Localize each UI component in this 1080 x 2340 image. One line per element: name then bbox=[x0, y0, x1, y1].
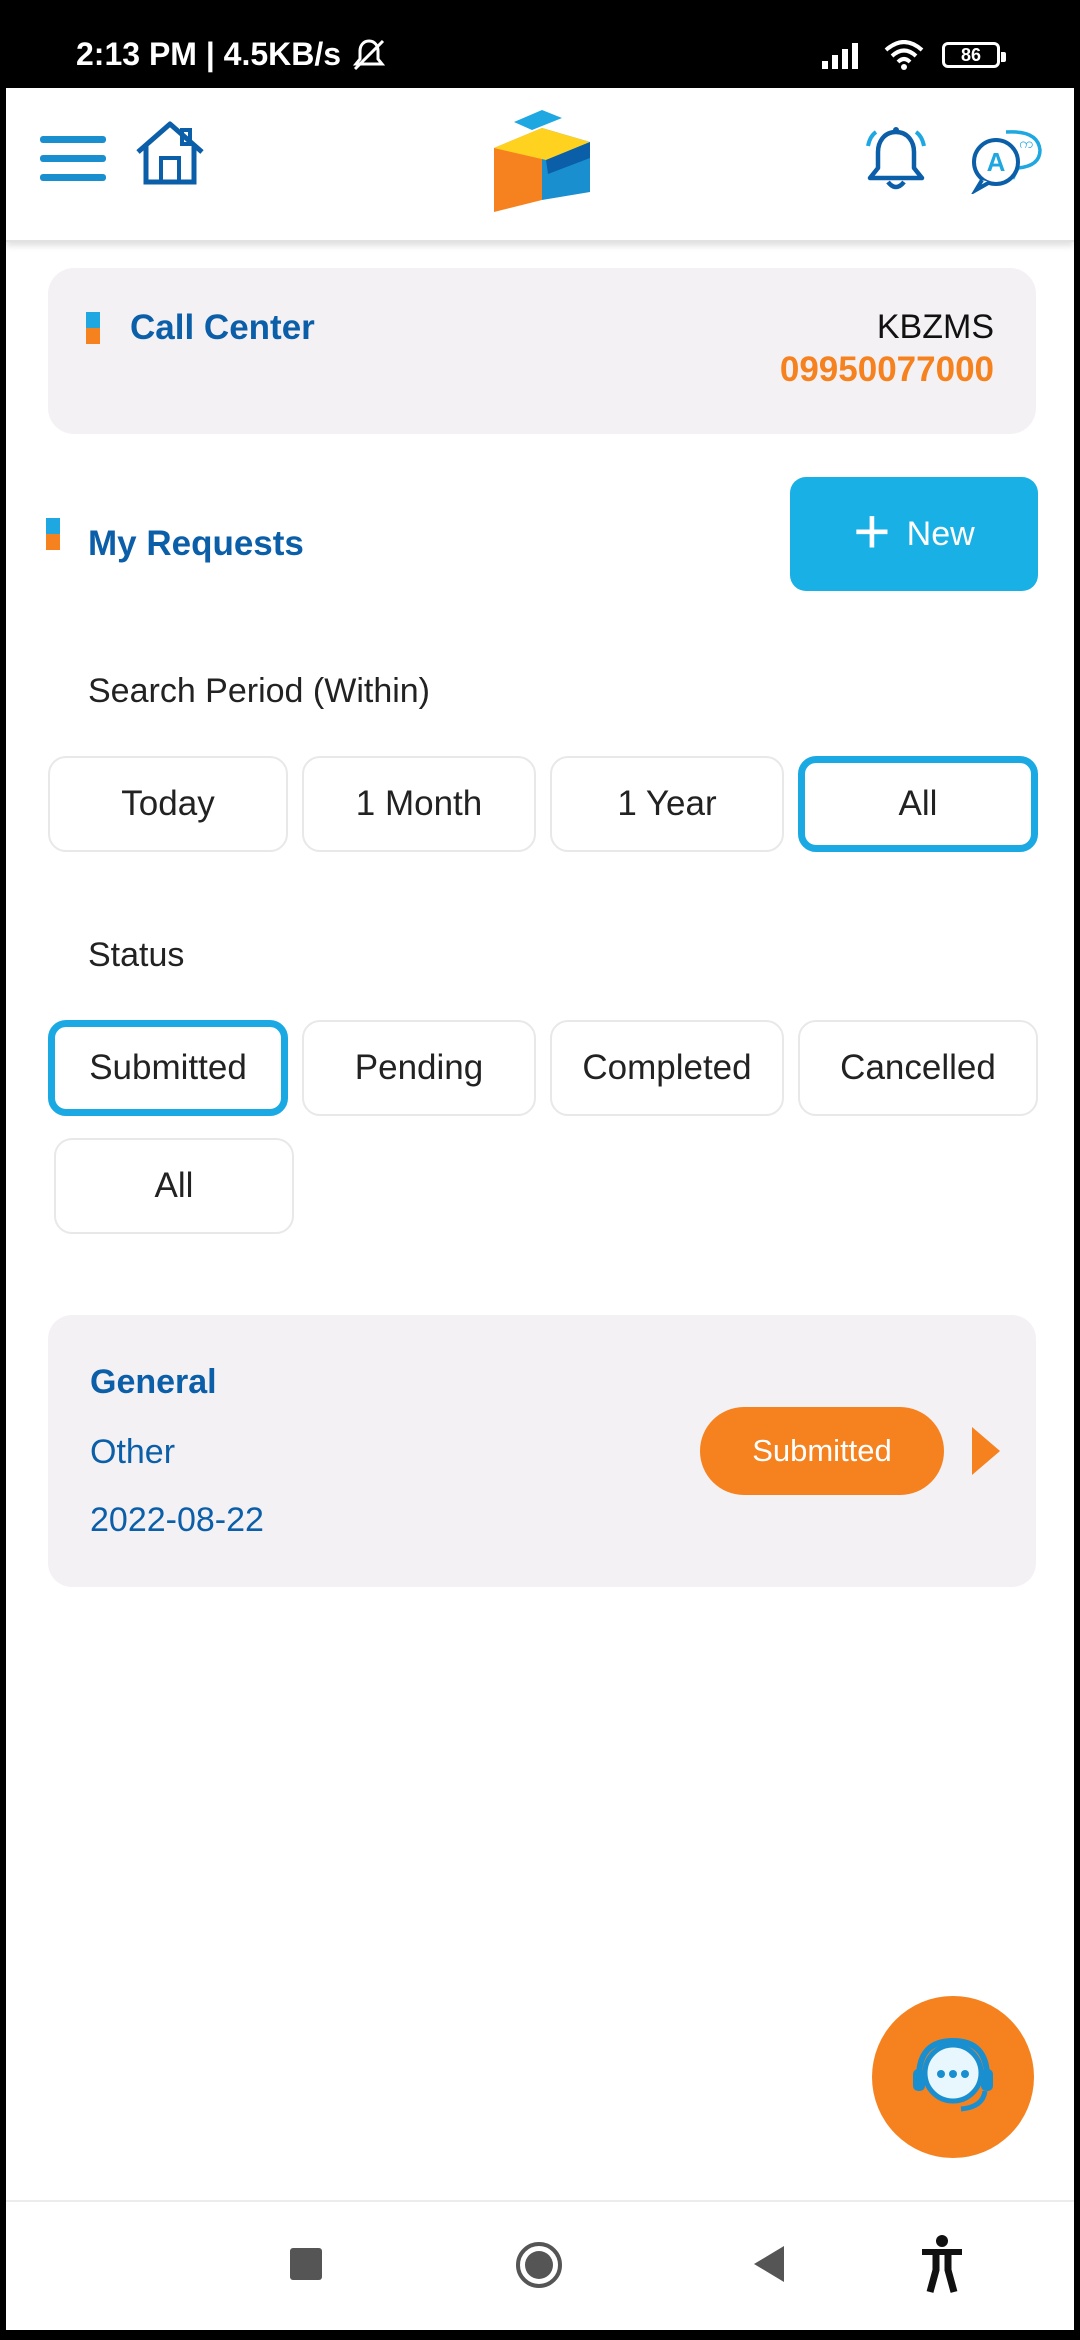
request-date: 2022-08-22 bbox=[90, 1501, 264, 1539]
status-chip-completed[interactable]: Completed bbox=[550, 1020, 784, 1116]
signal-icon bbox=[822, 43, 858, 69]
accent-bar bbox=[86, 312, 100, 344]
wifi-icon bbox=[884, 40, 924, 70]
status-right: 86 bbox=[820, 40, 1006, 70]
accessibility-icon[interactable] bbox=[920, 2234, 964, 2294]
new-request-button[interactable]: + New bbox=[790, 477, 1038, 591]
call-center-name: KBZMS bbox=[876, 308, 994, 346]
hamburger-menu-icon[interactable] bbox=[40, 136, 106, 188]
home-nav-icon[interactable] bbox=[514, 2240, 564, 2290]
call-center-phone[interactable]: 09950077000 bbox=[780, 350, 994, 390]
home-icon[interactable] bbox=[132, 118, 208, 188]
new-button-label: New bbox=[906, 514, 975, 553]
period-chip-today[interactable]: Today bbox=[48, 756, 288, 852]
status-chip-submitted[interactable]: Submitted bbox=[48, 1020, 288, 1116]
search-period-label: Search Period (Within) bbox=[88, 672, 431, 710]
request-subcategory: Other bbox=[90, 1433, 176, 1471]
status-left: 2:13 PM | 4.5KB/s bbox=[76, 36, 387, 73]
status-chip-pending[interactable]: Pending bbox=[302, 1020, 536, 1116]
request-list-item[interactable]: General Other 2022-08-22 Submitted bbox=[48, 1315, 1036, 1587]
plus-icon: + bbox=[853, 495, 891, 567]
system-nav-bar bbox=[6, 2200, 1074, 2330]
bell-icon[interactable] bbox=[860, 124, 932, 196]
app-screen: A က Call Center KBZMS 09950077000 My Req… bbox=[6, 88, 1074, 2330]
accent-bar bbox=[46, 518, 60, 550]
box-logo bbox=[494, 110, 590, 212]
battery-icon: 86 bbox=[942, 42, 1006, 68]
language-chat-icon[interactable]: A က bbox=[966, 126, 1046, 194]
request-status-badge: Submitted bbox=[700, 1407, 944, 1495]
app-header: A က bbox=[6, 88, 1074, 242]
support-agent-icon bbox=[913, 2037, 993, 2112]
status-chip-cancelled[interactable]: Cancelled bbox=[798, 1020, 1038, 1116]
recent-apps-icon[interactable] bbox=[290, 2248, 322, 2280]
status-chip-all[interactable]: All bbox=[54, 1138, 294, 1234]
status-bar: 2:13 PM | 4.5KB/s 86 bbox=[0, 0, 1080, 88]
support-chat-button[interactable] bbox=[872, 1996, 1034, 2158]
call-center-card: Call Center KBZMS 09950077000 bbox=[48, 268, 1036, 434]
battery-level: 86 bbox=[960, 44, 982, 65]
period-chip-1-year[interactable]: 1 Year bbox=[550, 756, 784, 852]
status-time-speed: 2:13 PM | 4.5KB/s bbox=[76, 36, 342, 72]
request-category: General bbox=[90, 1363, 217, 1401]
period-chip-1-month[interactable]: 1 Month bbox=[302, 756, 536, 852]
status-label: Status bbox=[88, 936, 185, 974]
my-requests-title: My Requests bbox=[88, 524, 304, 563]
call-center-title: Call Center bbox=[130, 308, 315, 347]
chevron-right-icon bbox=[972, 1427, 1000, 1475]
svg-text:A: A bbox=[987, 147, 1006, 177]
period-chip-all[interactable]: All bbox=[798, 756, 1038, 852]
svg-text:က: က bbox=[1019, 135, 1033, 151]
mute-icon bbox=[352, 38, 386, 70]
back-nav-icon[interactable] bbox=[754, 2246, 784, 2282]
